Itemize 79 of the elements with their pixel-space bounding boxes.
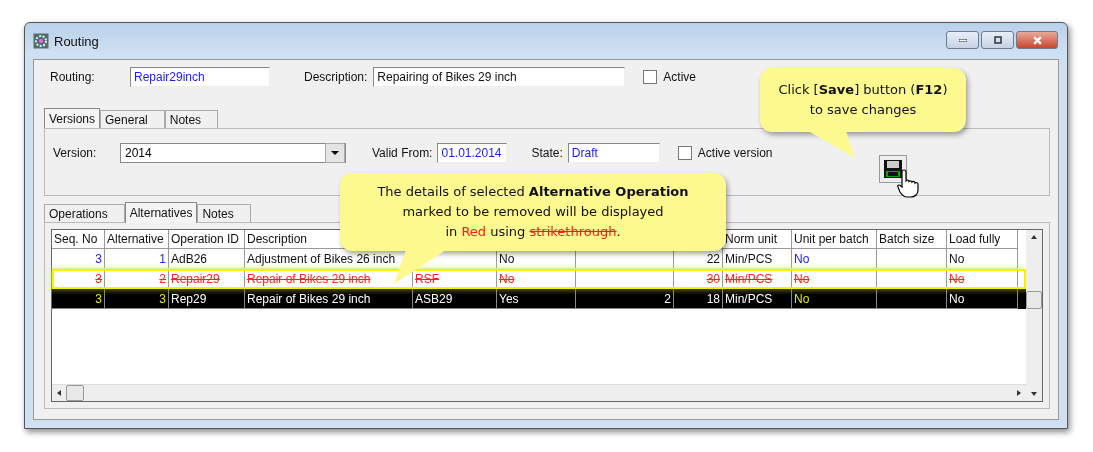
table-cell: No: [949, 271, 965, 286]
field-label: Version:: [53, 146, 98, 160]
table-cell: AdB26: [171, 251, 208, 266]
table-cell: 1: [159, 251, 166, 266]
table-cell: 3: [159, 291, 166, 306]
column-header[interactable]: Unit per batch: [792, 230, 877, 249]
column-header[interactable]: Batch size: [877, 230, 947, 249]
column-header[interactable]: Alternative: [105, 230, 169, 249]
table-cell: 18: [706, 291, 720, 306]
scroll-right-arrow-icon: [1017, 390, 1021, 396]
scroll-up-arrow-icon: [1031, 235, 1037, 239]
column-header[interactable]: Seq. No: [52, 230, 105, 249]
close-icon: [1032, 35, 1042, 45]
table-cell: Repair of Bikes 29 inch: [247, 271, 371, 286]
tab[interactable]: Operations: [44, 204, 125, 222]
table-cell: 2: [664, 291, 671, 306]
tab[interactable]: Alternatives: [124, 202, 198, 223]
table-cell: 2: [159, 271, 166, 286]
table-cell: Repair29: [171, 271, 220, 286]
routing-field[interactable]: Repair29inch: [130, 67, 270, 87]
table-cell: Min/PCS: [725, 251, 773, 266]
table-cell: No: [794, 251, 810, 266]
callout-text: Click [Save] button (F12) to save changes: [778, 81, 948, 119]
save-button[interactable]: [879, 155, 907, 183]
scroll-thumb[interactable]: [66, 385, 84, 401]
table-cell: Adjustment of Bikes 26 inch: [247, 251, 396, 266]
horizontal-scrollbar[interactable]: [52, 384, 1026, 401]
scroll-down-arrow-icon: [1031, 392, 1037, 396]
field-label: State:: [531, 146, 563, 160]
field-label: Routing:: [50, 70, 96, 84]
version-dropdown[interactable]: 2014: [120, 143, 346, 163]
table-cell: No: [499, 251, 515, 266]
table-cell: Rep29: [171, 291, 207, 306]
minimize-button[interactable]: [946, 31, 979, 49]
table-cell: No: [499, 271, 515, 286]
caret-icon: [325, 143, 345, 163]
table-cell: No: [949, 291, 965, 306]
tab[interactable]: Versions: [44, 108, 101, 129]
minimize-icon: [958, 38, 967, 42]
table-cell: Min/PCS: [725, 291, 773, 306]
table-cell: No: [794, 291, 810, 306]
description-field[interactable]: Repairing of Bikes 29 inch: [373, 67, 626, 87]
valid-from-field[interactable]: 01.01.2014: [437, 143, 508, 163]
state-field[interactable]: Draft: [567, 143, 660, 163]
window-title: Routing: [54, 33, 99, 49]
maximize-button[interactable]: [981, 31, 1014, 49]
checkbox-label: Active version: [697, 146, 773, 160]
close-button[interactable]: [1016, 31, 1058, 49]
gear-icon: [33, 33, 49, 49]
table-cell: 3: [95, 291, 102, 306]
checkbox[interactable]: [643, 70, 658, 84]
column-header[interactable]: Norm unit: [723, 230, 792, 249]
table-cell: 30: [706, 271, 720, 286]
tab[interactable]: Notes: [164, 110, 219, 128]
checkbox[interactable]: [677, 146, 692, 160]
table-cell: No: [794, 271, 810, 286]
table-cell: RSF: [415, 271, 439, 286]
tab[interactable]: Notes: [197, 204, 251, 222]
field-label: Description:: [304, 70, 368, 84]
table-row[interactable]: 3 3 Rep29 Repair of Bikes 29 inch ASB29 Yes 2 18 Min/PCS No No: [52, 289, 1026, 309]
scroll-left-arrow-icon: [57, 390, 61, 396]
table-cell: Yes: [499, 291, 519, 306]
maximize-icon: [993, 36, 1002, 44]
table-cell: 3: [95, 271, 102, 286]
table-cell: 22: [706, 251, 720, 266]
table-cell: Repair of Bikes 29 inch: [247, 291, 371, 306]
checkbox-label: Active: [663, 70, 697, 84]
tab[interactable]: General: [100, 110, 165, 128]
column-header[interactable]: Load fully: [947, 230, 1018, 249]
column-header[interactable]: Operation ID: [169, 230, 245, 249]
field-label: Valid From:: [372, 146, 433, 160]
vertical-scrollbar[interactable]: [1026, 230, 1042, 401]
table-row[interactable]: 3 2 Repair29 Repair of Bikes 29 inch RSF No 30 Min/PCS No No: [52, 269, 1026, 289]
scroll-thumb[interactable]: [1026, 291, 1042, 309]
table-cell: 3: [95, 251, 102, 266]
hand-cursor-icon: [897, 169, 921, 198]
table-cell: No: [949, 251, 965, 266]
table-cell: Min/PCS: [725, 271, 773, 286]
table-cell: ASB29: [415, 291, 453, 306]
